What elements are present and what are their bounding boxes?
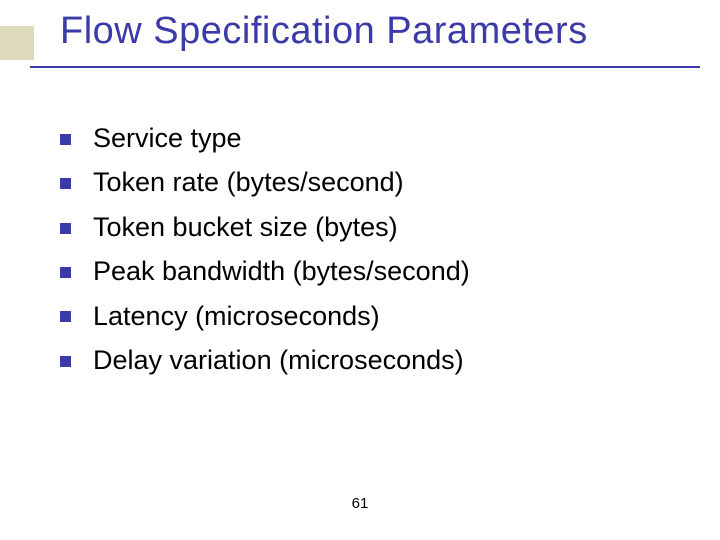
square-bullet-icon — [60, 178, 71, 189]
list-item: Token bucket size (bytes) — [60, 209, 690, 245]
page-title: Flow Specification Parameters — [60, 10, 710, 53]
square-bullet-icon — [60, 223, 71, 234]
bullet-list: Service type Token rate (bytes/second) T… — [60, 120, 690, 379]
list-item-text: Latency (microseconds) — [93, 298, 380, 334]
list-item: Peak bandwidth (bytes/second) — [60, 253, 690, 289]
list-item-text: Service type — [93, 120, 242, 156]
title-underline — [30, 66, 700, 68]
square-bullet-icon — [60, 267, 71, 278]
square-bullet-icon — [60, 134, 71, 145]
title-wrap: Flow Specification Parameters — [60, 10, 710, 53]
content-area: Service type Token rate (bytes/second) T… — [60, 120, 690, 387]
list-item: Delay variation (microseconds) — [60, 342, 690, 378]
list-item-text: Peak bandwidth (bytes/second) — [93, 253, 470, 289]
list-item-text: Token bucket size (bytes) — [93, 209, 398, 245]
list-item: Service type — [60, 120, 690, 156]
list-item-text: Token rate (bytes/second) — [93, 164, 404, 200]
page-number: 61 — [0, 495, 720, 512]
accent-block — [0, 26, 34, 60]
square-bullet-icon — [60, 356, 71, 367]
list-item-text: Delay variation (microseconds) — [93, 342, 464, 378]
square-bullet-icon — [60, 311, 71, 322]
list-item: Token rate (bytes/second) — [60, 164, 690, 200]
list-item: Latency (microseconds) — [60, 298, 690, 334]
